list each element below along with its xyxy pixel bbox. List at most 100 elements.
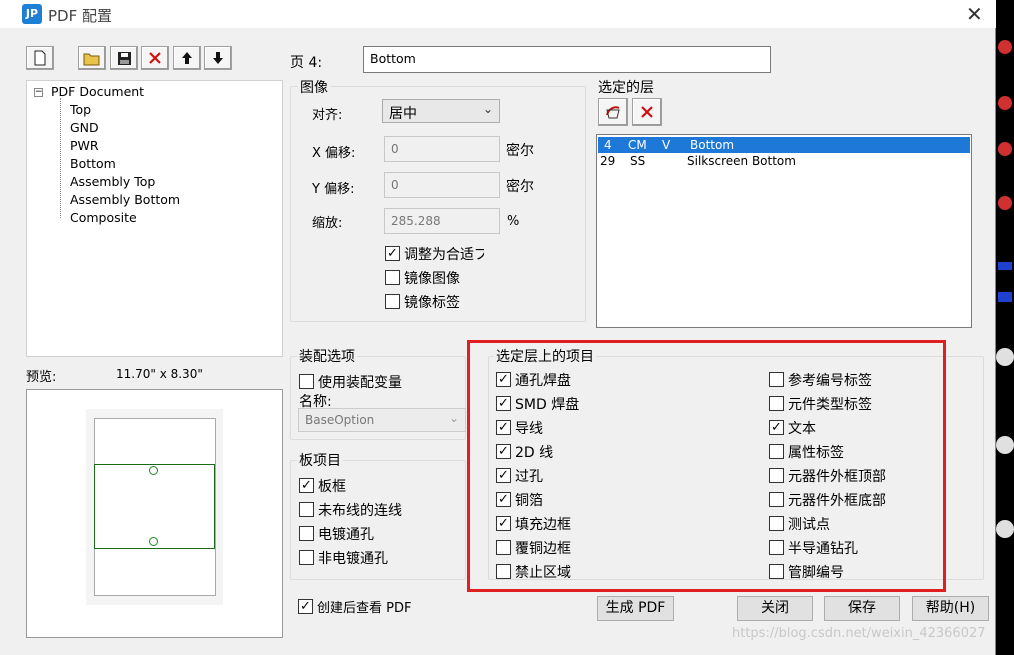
help-button[interactable]: 帮助(H) (912, 596, 989, 621)
preview-hole-icon (149, 537, 158, 546)
layer-row[interactable]: 29 SS Silkscreen Bottom (598, 153, 970, 169)
tree-root[interactable]: PDF Document (51, 84, 144, 99)
tree-item-composite[interactable]: Composite (70, 210, 137, 225)
layer-item-checkbox[interactable]: ✓ (496, 444, 511, 459)
layer-item-label: 测试点 (788, 517, 830, 533)
board-item-label: 电镀通孔 (318, 527, 374, 543)
layer-item-checkbox[interactable] (769, 444, 784, 459)
layer-item-checkbox[interactable]: ✓ (496, 396, 511, 411)
layer-item-label: 导线 (515, 421, 543, 437)
pcb-pad (998, 96, 1012, 110)
board-items-title: 板项目 (297, 450, 343, 470)
pcb-pad (998, 40, 1012, 54)
x-offset-input[interactable]: 0 (384, 136, 500, 162)
new-button[interactable] (26, 46, 54, 70)
layer-name: Bottom (690, 138, 735, 152)
remove-layer-button[interactable] (632, 98, 662, 126)
edit-layers-button[interactable] (598, 98, 628, 126)
layer-item-checkbox[interactable]: ✓ (496, 492, 511, 507)
align-select[interactable]: 居中 ⌄ (382, 99, 500, 123)
move-down-icon (213, 52, 223, 64)
close-icon[interactable]: ✕ (966, 2, 983, 26)
open-button[interactable] (78, 46, 106, 70)
assembly-name-value: BaseOption (305, 413, 375, 427)
layer-item-checkbox[interactable] (769, 516, 784, 531)
generate-pdf-button[interactable]: 生成 PDF (597, 596, 674, 621)
tree-item-top[interactable]: Top (70, 102, 91, 117)
assembly-title: 装配选项 (297, 346, 357, 366)
open-folder-icon (83, 53, 100, 65)
layer-item-label: 文本 (788, 421, 816, 437)
layer-row[interactable]: 4 CM V Bottom (598, 137, 970, 153)
save-button[interactable] (110, 46, 138, 70)
move-up-button[interactable] (173, 46, 201, 70)
scale-input[interactable]: 285.288 (384, 208, 500, 234)
page-label: 页 4: (290, 55, 323, 71)
layer-item-checkbox[interactable] (496, 540, 511, 555)
pcb-trace (998, 292, 1012, 302)
tree-item-bottom[interactable]: Bottom (70, 156, 116, 171)
new-icon (34, 50, 46, 66)
y-offset-input[interactable]: 0 (384, 172, 500, 198)
layer-item-checkbox[interactable] (769, 396, 784, 411)
delete-icon (149, 52, 161, 64)
layer-item-checkbox[interactable] (496, 564, 511, 579)
pcb-pad (998, 196, 1012, 210)
layer-item-label: 元器件外框顶部 (788, 469, 886, 485)
assembly-name-select[interactable]: BaseOption ⌄ (298, 408, 466, 432)
save-dialog-button[interactable]: 保存 (824, 596, 900, 621)
non-plated-holes-checkbox[interactable] (299, 550, 314, 565)
watermark: https://blog.csdn.net/weixin_42366027 (732, 626, 986, 641)
tree-item-assembly-bottom[interactable]: Assembly Bottom (70, 192, 180, 207)
use-variant-label: 使用装配变量 (318, 375, 402, 391)
layer-items-title: 选定层上的项目 (494, 346, 596, 366)
y-unit: 密尔 (506, 179, 534, 195)
selected-layers-title: 选定的层 (596, 77, 656, 97)
layer-item-checkbox[interactable] (769, 492, 784, 507)
layer-item-checkbox[interactable]: ✓ (496, 372, 511, 387)
title-bar: JP PDF 配置 ✕ (0, 0, 996, 28)
layer-number: 4 (604, 138, 612, 152)
tree-item-assembly-top[interactable]: Assembly Top (70, 174, 155, 189)
align-value: 居中 (389, 106, 417, 122)
pcb-hole (996, 520, 1014, 538)
chevron-down-icon: ⌄ (448, 411, 459, 425)
layer-item-checkbox[interactable]: ✓ (496, 420, 511, 435)
x-unit: 密尔 (506, 143, 534, 159)
layer-flag: V (662, 138, 671, 152)
layer-item-label: 属性标签 (788, 445, 844, 461)
preview-label: 预览: (26, 370, 57, 385)
pcb-trace (998, 262, 1012, 270)
layer-item-checkbox[interactable] (769, 564, 784, 579)
layer-item-checkbox[interactable]: ✓ (769, 420, 784, 435)
board-item-label: 非电镀通孔 (318, 551, 388, 567)
x-offset-label: X 偏移: (312, 146, 356, 161)
collapse-icon[interactable]: − (34, 88, 43, 97)
layer-item-label: 元器件外框底部 (788, 493, 886, 509)
layer-item-label: 管脚编号 (788, 565, 844, 581)
move-down-button[interactable] (204, 46, 232, 70)
delete-button[interactable] (141, 46, 169, 70)
pcb-hole (996, 436, 1014, 454)
board-outline-checkbox[interactable]: ✓ (299, 478, 314, 493)
mirror-label-checkbox[interactable] (385, 294, 400, 309)
tree-line (60, 98, 61, 218)
layer-item-checkbox[interactable] (769, 468, 784, 483)
layer-item-checkbox[interactable]: ✓ (496, 516, 511, 531)
layer-item-checkbox[interactable] (769, 540, 784, 555)
use-variant-checkbox[interactable] (299, 374, 314, 389)
layer-item-label: 覆铜边框 (515, 541, 571, 557)
view-after-checkbox[interactable]: ✓ (298, 599, 313, 614)
layer-number: 29 (600, 154, 616, 168)
close-button[interactable]: 关闭 (737, 596, 813, 621)
mirror-image-checkbox[interactable] (385, 270, 400, 285)
plated-holes-checkbox[interactable] (299, 526, 314, 541)
unrouted-checkbox[interactable] (299, 502, 314, 517)
layer-item-checkbox[interactable] (769, 372, 784, 387)
fit-checkbox[interactable]: ✓ (385, 246, 400, 261)
page-name-input[interactable]: Bottom (363, 46, 771, 73)
tree-item-gnd[interactable]: GND (70, 120, 99, 135)
layer-item-checkbox[interactable]: ✓ (496, 468, 511, 483)
tree-item-pwr[interactable]: PWR (70, 138, 99, 153)
layer-item-label: SMD 焊盘 (515, 397, 580, 413)
